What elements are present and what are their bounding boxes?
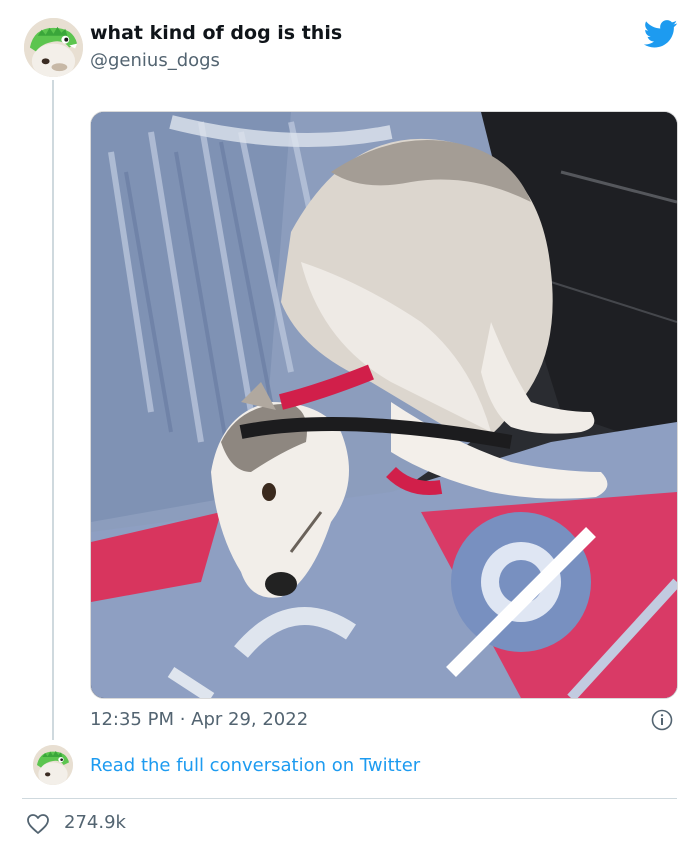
avatar-image	[33, 745, 73, 785]
avatar[interactable]	[24, 18, 83, 77]
display-name[interactable]: what kind of dog is this	[90, 22, 342, 44]
tweet-timestamp[interactable]: 12:35 PM · Apr 29, 2022	[90, 709, 308, 730]
heart-icon[interactable]	[26, 813, 50, 835]
divider	[22, 798, 677, 799]
tweet-photo[interactable]	[90, 111, 678, 699]
thread-line	[52, 80, 54, 740]
like-count[interactable]: 274.9k	[64, 812, 126, 833]
twitter-bird-icon[interactable]	[643, 20, 678, 48]
info-icon[interactable]	[651, 709, 673, 731]
husky-photo	[91, 112, 677, 698]
reply-avatar[interactable]	[33, 745, 73, 785]
tweet-card: what kind of dog is this @genius_dogs 12…	[0, 0, 700, 851]
user-handle[interactable]: @genius_dogs	[90, 50, 220, 71]
avatar-image	[24, 18, 83, 77]
read-conversation-link[interactable]: Read the full conversation on Twitter	[90, 755, 420, 776]
